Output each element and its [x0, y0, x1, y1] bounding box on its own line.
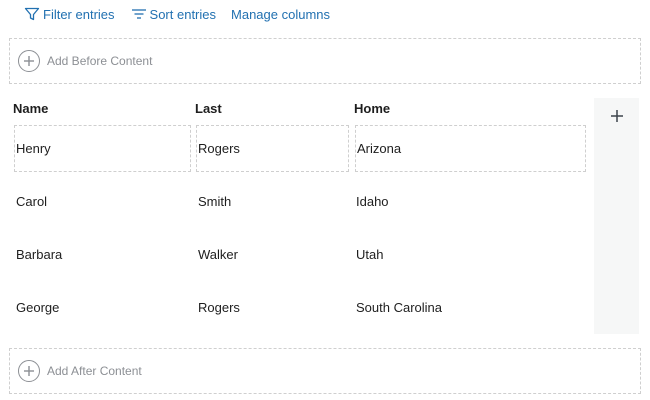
- table-toolbar: Filter entries Sort entries Manage colum…: [24, 5, 330, 23]
- filter-entries-button[interactable]: Filter entries: [24, 6, 115, 22]
- table-cell[interactable]: George: [16, 300, 59, 315]
- column-header-name: Name: [13, 101, 49, 116]
- manage-columns-label: Manage columns: [231, 6, 331, 22]
- add-before-content-label: Add Before Content: [47, 54, 153, 68]
- table-cell[interactable]: Barbara: [16, 247, 62, 262]
- sort-icon: [131, 6, 150, 22]
- cell-text: Rogers: [198, 141, 240, 156]
- table-cell[interactable]: Rogers: [196, 125, 349, 172]
- add-column-button[interactable]: [594, 98, 639, 334]
- table-cell[interactable]: Henry: [14, 125, 191, 172]
- table-cell[interactable]: Carol: [16, 194, 47, 209]
- plus-circle-icon: [18, 360, 40, 382]
- manage-columns-button[interactable]: Manage columns: [231, 7, 330, 22]
- add-after-content-label: Add After Content: [47, 364, 142, 378]
- table-block-editor: Filter entries Sort entries Manage colum…: [0, 0, 650, 400]
- add-before-content-button[interactable]: Add Before Content: [9, 38, 641, 84]
- plus-icon: [610, 109, 624, 128]
- filter-icon: [24, 6, 43, 22]
- table-cell[interactable]: Arizona: [355, 125, 586, 172]
- cell-text: Henry: [16, 141, 51, 156]
- column-header-last: Last: [195, 101, 222, 116]
- table-cell[interactable]: Idaho: [356, 194, 389, 209]
- table-cell[interactable]: Walker: [198, 247, 238, 262]
- table-cell[interactable]: South Carolina: [356, 300, 442, 315]
- sort-entries-label: Sort entries: [149, 6, 217, 22]
- plus-circle-icon: [18, 50, 40, 72]
- column-header-home: Home: [354, 101, 391, 116]
- table-cell[interactable]: Rogers: [198, 300, 240, 315]
- sort-entries-button[interactable]: Sort entries: [131, 6, 216, 22]
- add-after-content-button[interactable]: Add After Content: [9, 348, 641, 394]
- table-cell[interactable]: Smith: [198, 194, 231, 209]
- table-cell[interactable]: Utah: [356, 247, 383, 262]
- filter-entries-label: Filter entries: [43, 6, 115, 22]
- cell-text: Arizona: [357, 141, 402, 156]
